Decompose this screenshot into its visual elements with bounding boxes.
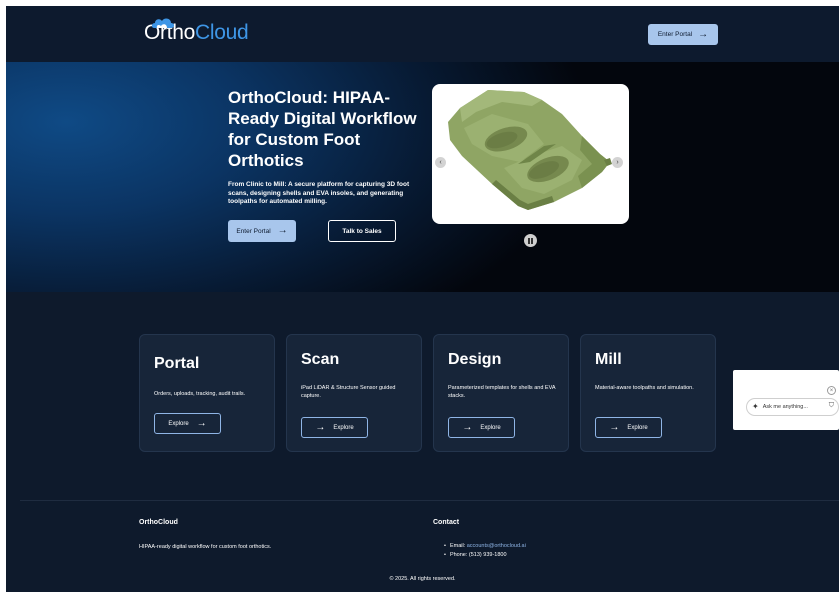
contact-email: Email: accounts@orthocloud.ai [444,542,526,551]
explore-mill-button[interactable]: → Explore [595,417,662,438]
explore-label: Explore [333,424,354,431]
header-enter-portal-label: Enter Portal [657,31,693,38]
image-carousel: ‹ › [432,84,629,224]
chat-widget: × ✦ Ask me anything... ⛉ [733,370,839,430]
header-enter-portal-button[interactable]: Enter Portal → [648,24,718,45]
card-title: Mill [595,351,622,368]
orthotic-3d-model-image [448,90,612,210]
card-title: Scan [301,351,340,368]
arrow-right-icon: → [609,421,620,433]
contact-list: Email: accounts@orthocloud.ai Phone: (51… [444,542,526,560]
pause-icon [527,237,530,244]
page: OrthoCloud Enter Portal → OrthoCloud: HI… [6,6,839,592]
hero-section: OrthoCloud: HIPAA-Ready Digital Workflow… [6,62,839,292]
feature-card-design: Design Parameterized templates for shell… [433,334,569,452]
hero-enter-portal-label: Enter Portal [236,227,271,235]
chevron-right-icon: › [616,159,619,166]
features-section: Portal Orders, uploads, tracking, audit … [6,292,839,500]
chevron-left-icon: ‹ [439,159,442,166]
feature-card-mill: Mill Material-aware toolpaths and simula… [580,334,716,452]
card-description: iPad LiDAR & Structure Sensor guided cap… [301,385,396,399]
carousel-prev-button[interactable]: ‹ [435,157,446,168]
explore-scan-button[interactable]: → Explore [301,417,368,438]
footer-contact-heading: Contact [433,519,460,526]
chat-input[interactable]: ✦ Ask me anything... ⛉ [746,398,839,416]
close-chat-button[interactable]: × [827,386,836,395]
talk-to-sales-button[interactable]: Talk to Sales [328,220,396,242]
shield-icon: ⛉ [828,402,834,409]
explore-label: Explore [480,424,501,431]
arrow-right-icon: → [315,421,326,433]
explore-design-button[interactable]: → Explore [448,417,515,438]
chat-placeholder: Ask me anything... [762,404,808,410]
talk-to-sales-label: Talk to Sales [342,227,382,235]
hero-title: OrthoCloud: HIPAA-Ready Digital Workflow… [228,88,417,170]
card-description: Parameterized templates for shells and E… [448,385,556,399]
logo[interactable]: OrthoCloud [144,18,249,51]
hero-enter-portal-button[interactable]: Enter Portal → [228,220,296,242]
explore-label: Explore [627,424,648,431]
explore-label: Explore [168,420,189,427]
feature-card-portal: Portal Orders, uploads, tracking, audit … [139,334,275,452]
contact-phone: Phone: (513) 939-1800 [444,551,526,560]
arrow-right-icon: → [462,421,473,433]
carousel-pause-button[interactable] [524,234,537,247]
arrow-right-icon: → [698,28,709,40]
cloud-icon [151,18,174,28]
close-icon: × [829,387,834,394]
explore-portal-button[interactable]: Explore → [154,413,221,434]
arrow-right-icon: → [277,225,288,236]
feature-card-scan: Scan iPad LiDAR & Structure Sensor guide… [286,334,422,452]
pause-icon [531,237,534,244]
hero-subtitle: From Clinic to Mill: A secure platform f… [228,181,410,205]
card-description: Orders, uploads, tracking, audit trails. [154,391,246,397]
footer-description: HIPAA-ready digital workflow for custom … [139,544,272,550]
carousel-next-button[interactable]: › [612,157,623,168]
footer-brand: OrthoCloud [139,519,178,526]
logo-cloud-text: Cloud [195,21,249,44]
site-header: OrthoCloud Enter Portal → [6,6,839,62]
sparkle-icon: ✦ [752,402,759,411]
email-link[interactable]: accounts@orthocloud.ai [467,543,526,549]
email-label: Email: [449,543,467,549]
card-description: Material-aware toolpaths and simulation. [595,385,694,391]
card-title: Portal [154,355,200,372]
card-title: Design [448,351,502,368]
copyright: © 2025. All rights reserved. [389,576,456,582]
arrow-right-icon: → [196,417,207,429]
footer-divider [20,500,839,501]
